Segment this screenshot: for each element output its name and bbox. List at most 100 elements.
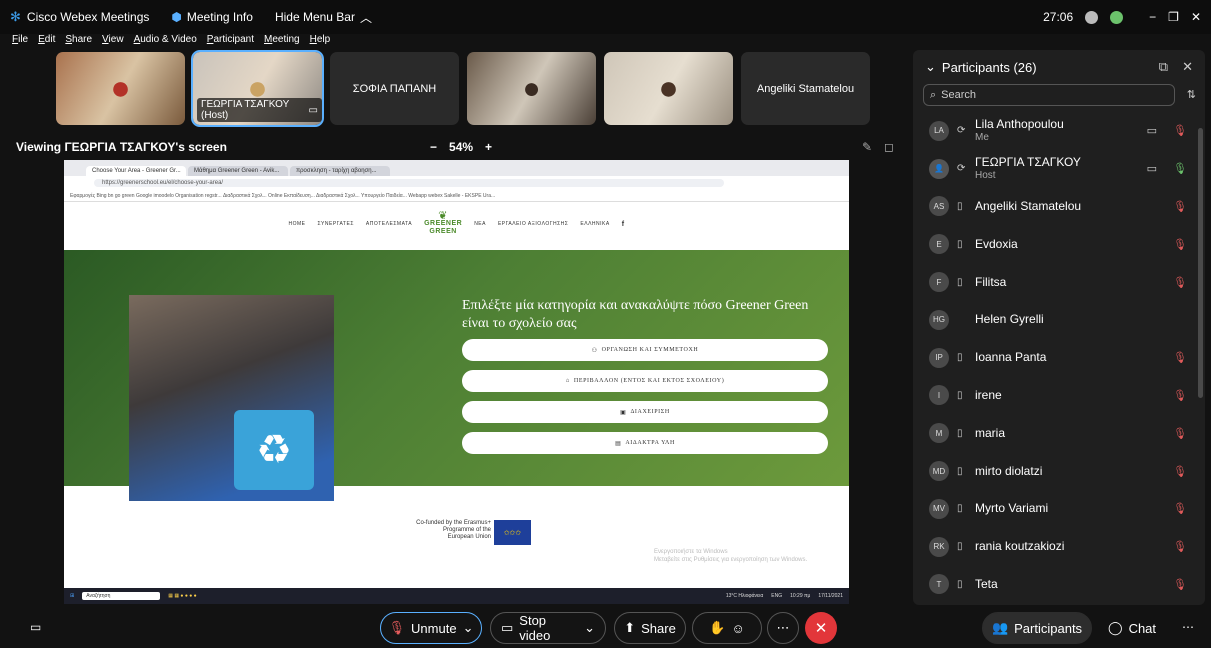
mic-muted-icon[interactable]: 🎙 (1173, 351, 1187, 364)
video-tile[interactable]: ● (56, 52, 185, 125)
annotate-icon[interactable]: ✎ (862, 140, 872, 154)
mic-muted-icon[interactable]: 🎙 (1173, 578, 1187, 591)
browser-tab[interactable]: προσκληση - ταρίχη αβοηση... (290, 166, 390, 176)
nav-results[interactable]: ΑΠΟΤΕΛΕΣΜΑΤΑ (366, 221, 412, 227)
participant-row[interactable]: HG Helen Gyrelli (913, 301, 1205, 339)
participant-row[interactable]: I ▯ irene 🎙 (913, 377, 1205, 415)
site-logo[interactable]: ❦ GREENER GREEN (424, 211, 462, 236)
zoom-in-button[interactable]: + (485, 140, 492, 154)
mic-muted-icon[interactable]: 🎙 (1173, 389, 1187, 402)
share-button[interactable]: ⬆ Share (614, 612, 686, 644)
mic-muted-icon[interactable]: 🎙 (1173, 540, 1187, 553)
camera-icon[interactable]: ▭ (1147, 124, 1157, 137)
taskbar-language[interactable]: ENG (771, 593, 782, 599)
minimize-icon[interactable]: − (1149, 10, 1156, 24)
category-button[interactable]: ▤ ΑΙΔΑΚΤΡΑ ΥΛΗ (462, 432, 828, 454)
mic-on-icon[interactable]: 🎙 (1173, 162, 1187, 175)
sort-icon[interactable]: ⇅ (1187, 88, 1196, 101)
participants-toggle[interactable]: 👥 Participants (982, 612, 1092, 644)
meeting-timer: 27:06 (1043, 10, 1074, 24)
mic-muted-icon[interactable]: 🎙 (1173, 465, 1187, 478)
menu-participant[interactable]: Participant (207, 34, 254, 50)
taskbar-search[interactable]: Αναζήτηση (82, 592, 161, 600)
device-icon: ▯ (957, 503, 963, 515)
avatar: MV (929, 498, 949, 519)
category-button[interactable]: ⚇ ΟΡΓΑΝΩΣΗ ΚΑΙ ΣΥΜΜΕΤΟΧΗ (462, 339, 828, 361)
camera-icon[interactable]: ▭ (1147, 162, 1157, 175)
video-tile[interactable]: ● (604, 52, 733, 125)
participant-row[interactable]: F ▯ Filitsa 🎙 (913, 263, 1205, 301)
video-tile[interactable]: ● (467, 52, 596, 125)
participant-row[interactable]: RK ▯ rania koutzakiozi 🎙 (913, 528, 1205, 566)
browser-tab[interactable]: Μάθημα Greener Green - Avik... (188, 166, 288, 176)
menu-help[interactable]: Help (310, 34, 331, 50)
menu-audio-video[interactable]: Audio & Video (134, 34, 197, 50)
menu-file[interactable]: File (12, 34, 28, 50)
participant-row[interactable]: AS ▯ Angeliki Stamatelou 🎙 (913, 188, 1205, 226)
nav-language[interactable]: ΕΛΛΗΝΙΚΑ (580, 221, 609, 227)
menu-share[interactable]: Share (65, 34, 92, 50)
mic-muted-icon[interactable]: 🎙 (1173, 124, 1187, 137)
pop-out-icon[interactable]: ◻ (884, 140, 894, 154)
menu-view[interactable]: View (102, 34, 124, 50)
restore-icon[interactable]: ❐ (1168, 10, 1179, 24)
participant-row[interactable]: 👤 ⟳ ΓΕΩΡΓΙΑ ΤΣΑΓΚΟΥ Host ▭ 🎙 (913, 150, 1205, 188)
menu-meeting[interactable]: Meeting (264, 34, 300, 50)
taskbar-apps-icon[interactable]: ▦ ▦ ● ● ● ● (168, 593, 196, 599)
participant-search[interactable]: ⌕ Search ⇅ (923, 84, 1196, 106)
more-icon[interactable]: ⋯ (1182, 620, 1194, 634)
chat-label: Chat (1128, 620, 1157, 636)
device-icon: ▯ (957, 276, 963, 288)
reactions-button[interactable]: ✋ ☺ (692, 612, 762, 644)
nav-home[interactable]: HOME (288, 221, 305, 227)
chat-toggle[interactable]: ◯ Chat (1108, 612, 1156, 644)
meeting-info-button[interactable]: ⬢ Meeting Info (171, 10, 253, 24)
unmute-button[interactable]: 🎙 Unmute ⌄ (380, 612, 482, 644)
video-tile-host[interactable]: ● ΓΕΩΡΓΙΑ ΤΣΑΓΚΟΥ (Host) ▭ (191, 50, 324, 127)
mic-muted-icon[interactable]: 🎙 (1173, 427, 1187, 440)
mic-muted-icon[interactable]: 🎙 (1173, 238, 1187, 251)
participant-name: mirto diolatzi (975, 463, 1043, 478)
more-options-button[interactable]: ⋯ (767, 612, 799, 644)
host-avatar-icon: 👤 (934, 164, 944, 174)
avatar[interactable] (1110, 10, 1124, 24)
mic-muted-icon[interactable]: 🎙 (1173, 502, 1187, 515)
participant-row[interactable]: MD ▯ mirto diolatzi 🎙 (913, 452, 1205, 490)
zoom-out-button[interactable]: − (430, 140, 437, 154)
leave-meeting-button[interactable]: ✕ (805, 612, 837, 644)
browser-tab[interactable]: Choose Your Area - Greener Gr... (86, 166, 186, 176)
facebook-icon[interactable]: f (622, 221, 625, 228)
participant-row[interactable]: IP ▯ Ioanna Panta 🎙 (913, 339, 1205, 377)
stop-video-button[interactable]: ▭ Stop video ⌄ (490, 612, 606, 644)
close-icon[interactable]: ✕ (1191, 10, 1201, 24)
captions-icon[interactable]: ▭ (30, 620, 41, 634)
chevron-down-icon[interactable]: ⌄ (925, 59, 936, 75)
category-button[interactable]: ▣ ΔΙΑΧΕΙΡΙΣΗ (462, 401, 828, 423)
participant-name: maria (975, 425, 1006, 440)
video-tile-name-only[interactable]: Angeliki Stamatelou (741, 52, 870, 125)
panel-scrollbar[interactable] (1198, 128, 1203, 398)
avatar: RK (929, 536, 949, 557)
mic-muted-icon[interactable]: 🎙 (1173, 276, 1187, 289)
menu-edit[interactable]: Edit (38, 34, 55, 50)
close-icon[interactable]: ✕ (1182, 59, 1193, 75)
pop-out-icon[interactable]: ⧉ (1159, 59, 1168, 75)
chevron-down-icon[interactable]: ⌄ (584, 620, 595, 636)
chevron-down-icon[interactable]: ⌄ (463, 620, 474, 636)
participant-row[interactable]: T ▯ Teta 🎙 (913, 566, 1205, 604)
mic-muted-icon[interactable]: 🎙 (1173, 200, 1187, 213)
status-icon[interactable] (1085, 10, 1099, 24)
category-button[interactable]: ⌂ ΠΕΡΙΒΑΛΛΟΝ (ΕΝΤΟΣ ΚΑΙ ΕΚΤΟΣ ΣΧΟΛΕΙΟΥ) (462, 370, 828, 392)
participant-row[interactable]: LA ⟳ Lila Anthopoulou Me ▭ 🎙 (913, 112, 1205, 150)
hide-menu-bar-button[interactable]: Hide Menu Bar ︿ (275, 9, 372, 26)
participant-row[interactable]: M ▯ maria 🎙 (913, 414, 1205, 452)
video-tile-name-only[interactable]: ΣΟΦΙΑ ΠΑΠΑΝΗ (330, 52, 459, 125)
windows-start-icon[interactable]: ⊞ (70, 593, 74, 599)
nav-assessment-tool[interactable]: ΕΡΓΑΛΕΙΟ ΑΞΙΟΛΟΓΗΣΗΣ (498, 221, 568, 227)
url-field[interactable]: https://greenerschool.eu/el/choose-your-… (94, 179, 724, 187)
hero-photo: ♻ (129, 295, 334, 501)
participant-row[interactable]: E ▯ Evdoxia 🎙 (913, 225, 1205, 263)
nav-news[interactable]: ΝΕΑ (474, 221, 486, 227)
nav-partners[interactable]: ΣΥΝΕΡΓΑΤΕΣ (317, 221, 353, 227)
participant-row[interactable]: MV ▯ Myrto Variami 🎙 (913, 490, 1205, 528)
